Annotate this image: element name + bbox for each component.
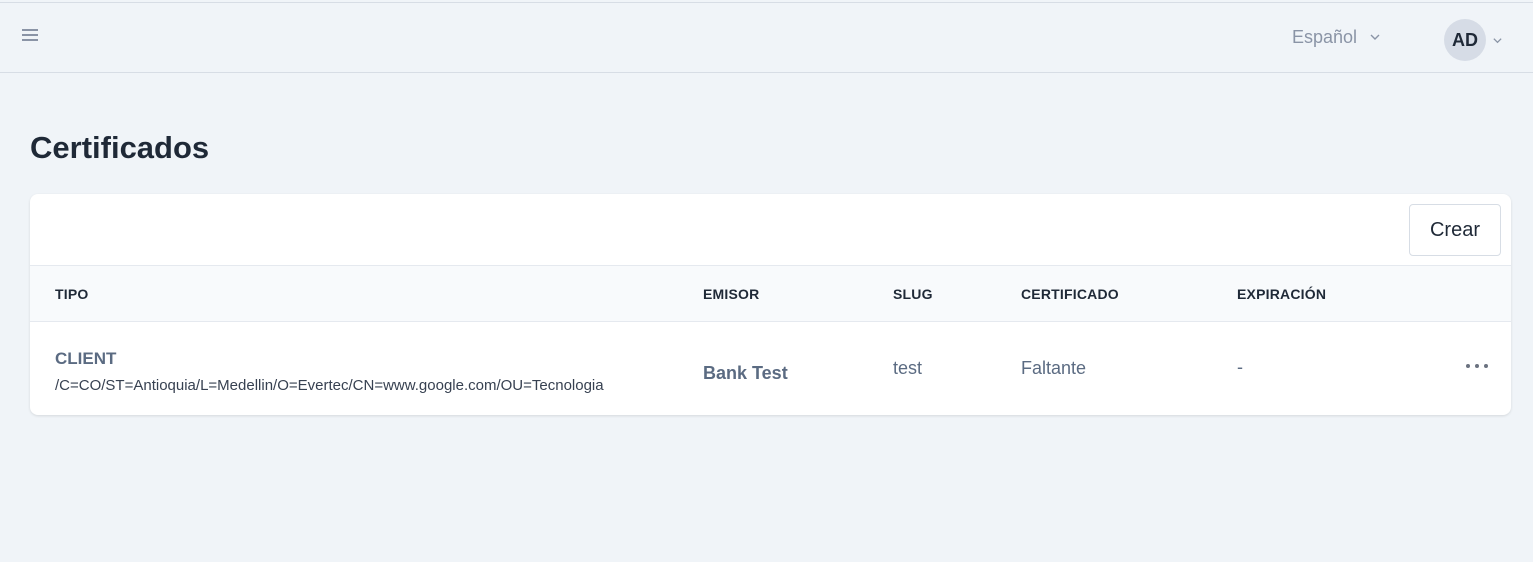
column-header-emisor: EMISOR: [703, 286, 760, 302]
table-row[interactable]: CLIENT /C=CO/ST=Antioquia/L=Medellin/O=E…: [30, 322, 1511, 415]
certificate-type: CLIENT: [55, 349, 117, 368]
column-header-certificado: CERTIFICADO: [1021, 286, 1119, 302]
column-header-slug: SLUG: [893, 286, 933, 302]
create-button[interactable]: Crear: [1409, 204, 1501, 256]
card-toolbar: Crear: [30, 194, 1511, 266]
certificate-subject: /C=CO/ST=Antioquia/L=Medellin/O=Evertec/…: [55, 377, 604, 394]
certificate-status: Faltante: [1021, 358, 1087, 378]
certificates-card: Crear TIPO EMISOR SLUG CERTIFICADO EXPIR…: [30, 194, 1511, 415]
hamburger-icon[interactable]: [22, 28, 38, 42]
column-header-expiracion: EXPIRACIÓN: [1237, 286, 1327, 302]
language-label: Español: [1292, 26, 1358, 47]
user-menu[interactable]: AD: [1444, 19, 1503, 61]
table-header: TIPO EMISOR SLUG CERTIFICADO EXPIRACIÓN: [30, 266, 1511, 322]
certificate-issuer: Bank Test: [703, 363, 788, 383]
top-navbar: Español AD: [0, 2, 1533, 73]
more-horizontal-icon[interactable]: [1466, 358, 1488, 374]
language-selector[interactable]: Español: [1292, 25, 1381, 49]
chevron-down-icon: [1493, 37, 1502, 43]
avatar: AD: [1444, 19, 1486, 61]
column-header-tipo: TIPO: [55, 286, 89, 302]
page-title: Certificados: [30, 130, 210, 165]
chevron-down-icon: [1370, 34, 1380, 40]
avatar-initials: AD: [1452, 29, 1478, 50]
certificate-expiration: -: [1237, 357, 1243, 377]
certificate-slug: test: [893, 358, 923, 378]
